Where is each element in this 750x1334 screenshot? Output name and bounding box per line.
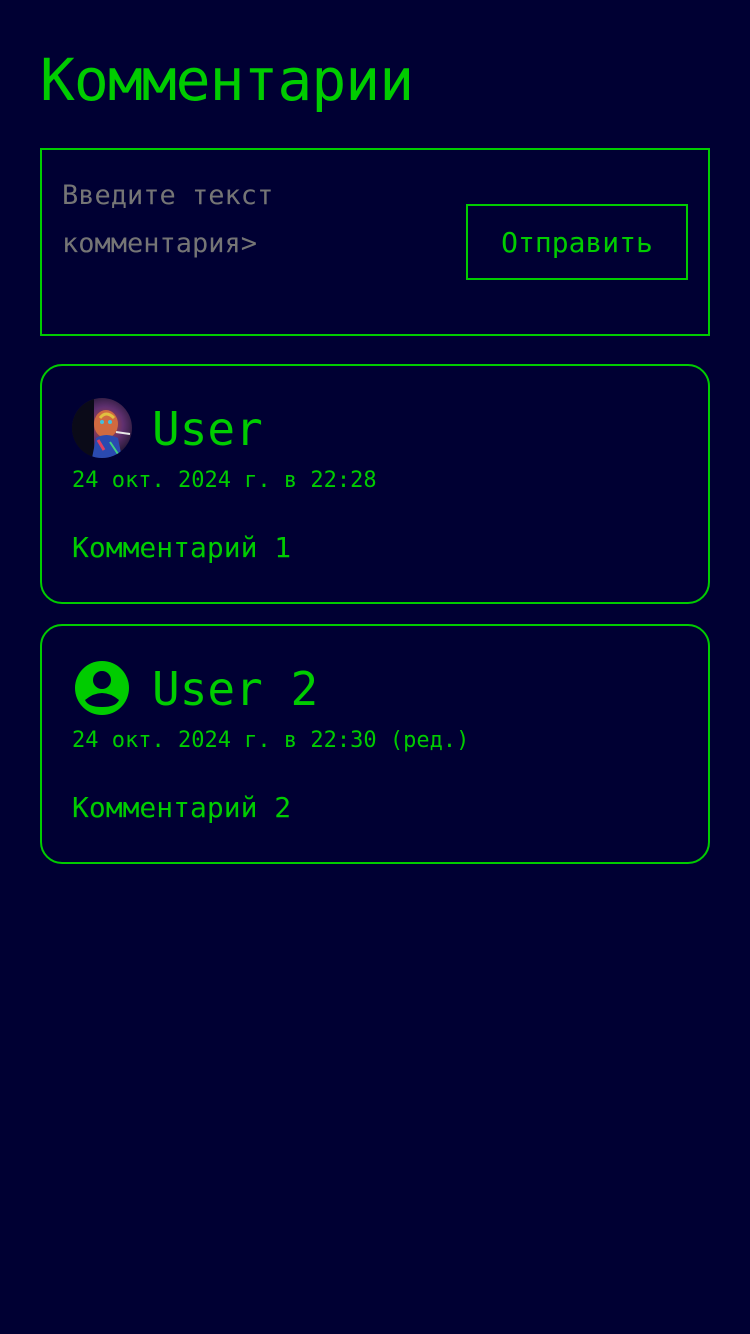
page-title: Комментарии — [40, 46, 414, 114]
comment-username: User 2 — [152, 662, 319, 716]
comment-card: User 2 24 окт. 2024 г. в 22:30 (ред.) Ко… — [40, 624, 710, 864]
comment-text: Комментарий 1 — [72, 531, 292, 564]
comment-input[interactable] — [62, 172, 302, 322]
user-avatar[interactable] — [72, 398, 132, 458]
user-photo-avatar-icon — [72, 398, 132, 458]
comment-composer: Отправить — [40, 148, 710, 336]
comment-card: User 24 окт. 2024 г. в 22:28 Комментарий… — [40, 364, 710, 604]
comment-timestamp: 24 окт. 2024 г. в 22:28 — [72, 468, 377, 493]
comment-text: Комментарий 2 — [72, 791, 292, 824]
comment-username: User — [152, 402, 263, 456]
default-user-icon — [75, 661, 129, 715]
comment-timestamp: 24 окт. 2024 г. в 22:30 (ред.) — [72, 728, 470, 753]
user-avatar[interactable] — [72, 658, 132, 718]
send-button[interactable]: Отправить — [466, 204, 688, 280]
